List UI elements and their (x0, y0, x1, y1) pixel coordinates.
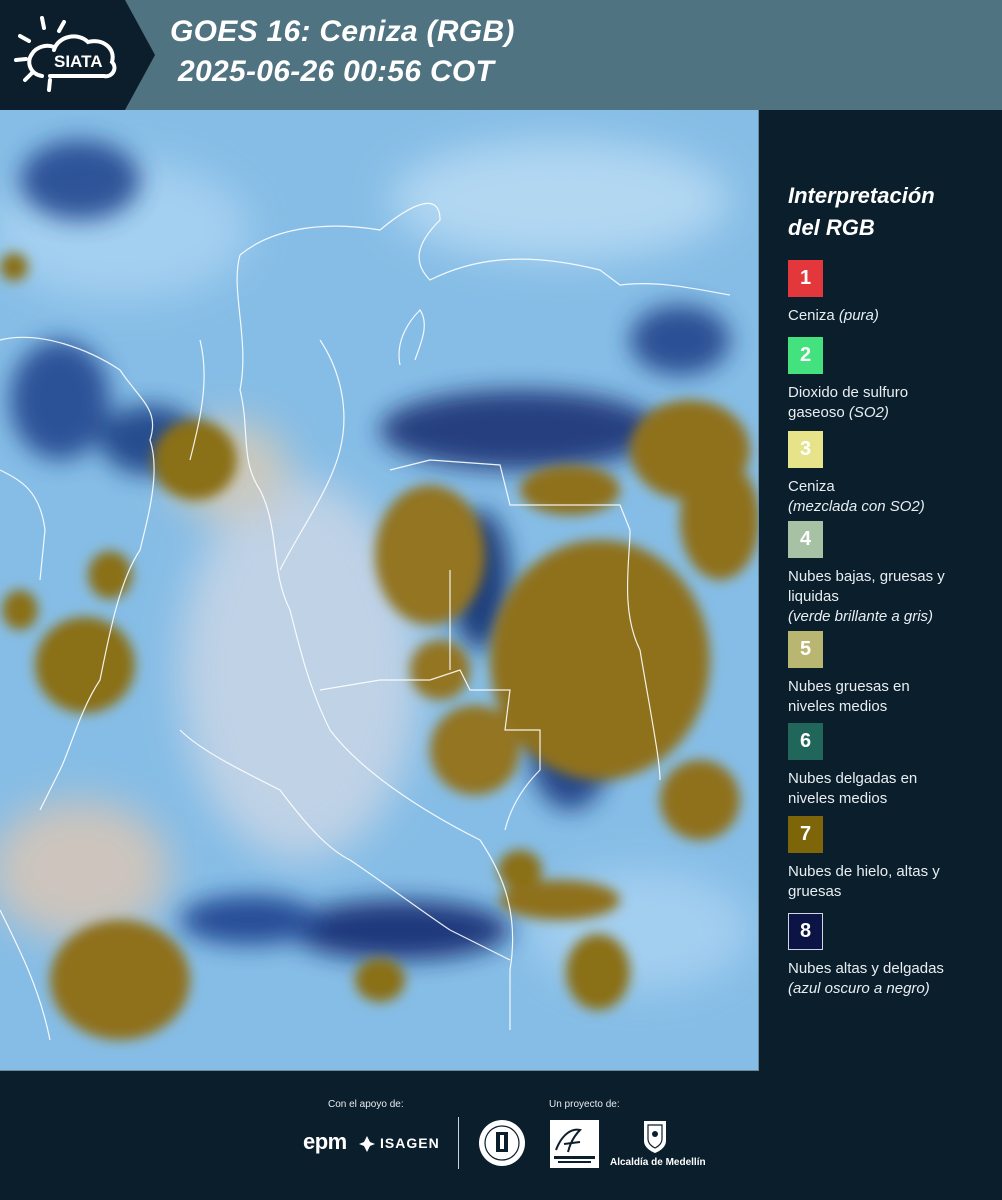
siata-logo: SIATA (0, 0, 155, 110)
legend-label: Ceniza (mezclada con SO2) (788, 477, 993, 517)
sun-cloud-icon: SIATA (14, 16, 117, 92)
legend-item: 2 Dioxido de sulfuro gaseoso (SO2) (788, 337, 993, 423)
legend-swatch: 1 (788, 260, 823, 297)
legend-label-main: Ceniza (788, 478, 835, 495)
legend-label-note: (azul oscuro a negro) (788, 980, 930, 997)
legend-swatch: 4 (788, 521, 823, 558)
support-label: Con el apoyo de: (328, 1099, 404, 1110)
legend-item: 1 Ceniza (pura) (788, 260, 993, 326)
project-label: Un proyecto de: (549, 1099, 620, 1110)
legend-label-line2: niveles medios (788, 790, 888, 807)
header-bar: SIATA GOES 16: Ceniza (RGB) 2025-06-26 0… (0, 0, 1002, 110)
seal-icon (479, 1120, 525, 1166)
legend-label-note: (verde brillante a gris) (788, 608, 934, 625)
isagen-icon (359, 1136, 375, 1152)
legend-label: Nubes delgadas en niveles medios (788, 769, 993, 809)
alcaldia-shield-icon (644, 1121, 666, 1153)
legend-label-line2: niveles medios (788, 698, 888, 715)
legend-label-main: Nubes bajas, gruesas y (788, 568, 945, 585)
footer-divider (458, 1117, 459, 1169)
rgb-legend: Interpretación del RGB 1 Ceniza (pura) 2… (788, 180, 993, 997)
legend-item: 3 Ceniza (mezclada con SO2) (788, 431, 993, 517)
legend-swatch: 7 (788, 816, 823, 853)
legend-swatch: 6 (788, 723, 823, 760)
rgb-composite-image (0, 110, 758, 1070)
legend-item: 5 Nubes gruesas en niveles medios (788, 631, 993, 717)
legend-title: Interpretación del RGB (788, 180, 993, 244)
legend-item: 8 Nubes altas y delgadas (azul oscuro a … (788, 913, 993, 999)
legend-swatch: 3 (788, 431, 823, 468)
legend-label: Nubes altas y delgadas (azul oscuro a ne… (788, 959, 993, 999)
legend-label: Nubes gruesas en niveles medios (788, 677, 993, 717)
legend-item: 7 Nubes de hielo, altas y gruesas (788, 816, 993, 902)
timestamp: 2025-06-26 00:56 COT (178, 55, 495, 88)
footer: Con el apoyo de: Un proyecto de: epm ISA… (0, 1071, 1002, 1200)
legend-label-main: Nubes gruesas en (788, 678, 910, 695)
legend-label-main: Dioxido de sulfuro (788, 384, 909, 401)
legend-swatch: 8 (788, 913, 823, 950)
legend-label: Nubes de hielo, altas y gruesas (788, 862, 993, 902)
legend-label-main: Ceniza (788, 307, 835, 324)
legend-item: 6 Nubes delgadas en niveles medios (788, 723, 993, 809)
legend-title-line2: del RGB (788, 215, 875, 240)
legend-label-line2: liquidas (788, 588, 839, 605)
legend-label: Dioxido de sulfuro gaseoso (SO2) (788, 383, 993, 423)
logo-text: SIATA (54, 52, 102, 71)
legend-label-line2: gruesas (788, 883, 842, 900)
legend-item: 4 Nubes bajas, gruesas y liquidas (verde… (788, 521, 993, 627)
legend-title-line1: Interpretación (788, 183, 935, 208)
legend-label-note: (SO2) (848, 404, 889, 421)
legend-label-main: Nubes altas y delgadas (788, 960, 944, 977)
satellite-map (0, 110, 759, 1071)
legend-swatch: 5 (788, 631, 823, 668)
alcaldia-logo: Alcaldía de Medellín (610, 1157, 706, 1168)
legend-label-main: Nubes de hielo, altas y (788, 863, 940, 880)
legend-label-note: (mezclada con SO2) (788, 498, 925, 515)
epm-logo: epm (303, 1129, 347, 1154)
legend-label: Ceniza (pura) (788, 306, 993, 326)
area-metropolitana-logo (550, 1120, 599, 1168)
legend-label-main: Nubes delgadas en (788, 770, 918, 787)
legend-label-note: (pura) (838, 307, 879, 324)
page-title: GOES 16: Ceniza (RGB) (170, 15, 515, 48)
legend-label-line2: gaseoso (788, 404, 845, 421)
isagen-logo: ISAGEN (380, 1135, 440, 1151)
legend-swatch: 2 (788, 337, 823, 374)
area-metropolitana-icon (554, 1128, 595, 1163)
legend-label: Nubes bajas, gruesas y liquidas (verde b… (788, 567, 993, 627)
